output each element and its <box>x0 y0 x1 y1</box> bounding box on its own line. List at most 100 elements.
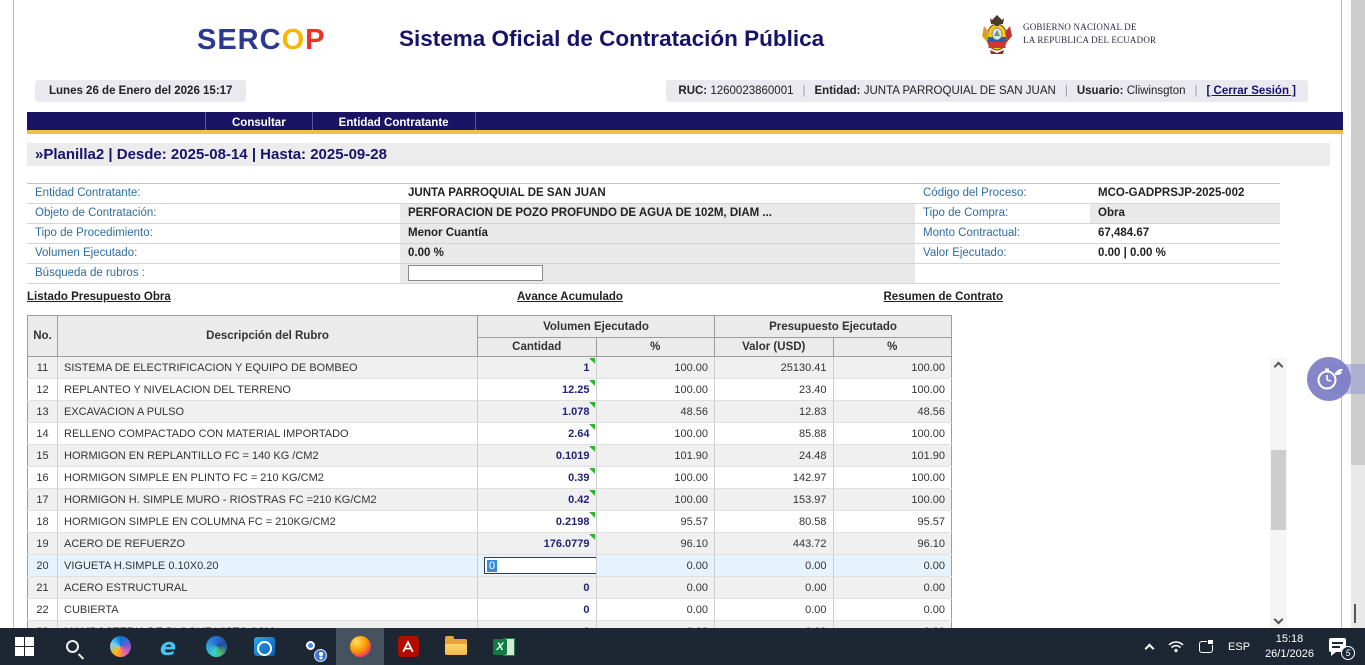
table-scroll-up-button[interactable] <box>1270 358 1287 375</box>
valor-usd-cell: 0.00 <box>715 577 834 599</box>
cantidad-input[interactable]: 0 <box>484 557 596 574</box>
touch-keyboard-icon[interactable] <box>1199 641 1213 653</box>
ruc-label: RUC: <box>678 85 707 97</box>
nav-item-entidad-contratante[interactable]: Entidad Contratante <box>312 112 476 130</box>
cantidad-cell[interactable]: 2.64 <box>478 423 597 445</box>
group-header-presupuesto: Presupuesto Ejecutado <box>715 316 952 338</box>
taskbar-button-internet-explorer[interactable]: e <box>144 628 192 665</box>
link-resumen-de-contrato[interactable]: Resumen de Contrato <box>884 291 1004 303</box>
page-scrollbar[interactable] <box>1351 0 1365 628</box>
note-marker-icon <box>589 402 595 408</box>
rubro-desc: SISTEMA DE ELECTRIFICACION Y EQUIPO DE B… <box>58 357 478 379</box>
note-marker-icon <box>589 446 595 452</box>
keyboard-glyph <box>1199 641 1213 653</box>
vol-pct-cell: 0.00 <box>596 555 715 577</box>
cantidad-cell[interactable]: 0 <box>478 577 597 599</box>
windows-logo-icon <box>15 637 34 656</box>
taskbar-button-firefox[interactable] <box>336 628 384 665</box>
tray-expand-button[interactable] <box>1146 642 1153 652</box>
table-row: 13EXCAVACION A PULSO1.07848.5612.8348.56 <box>28 401 952 423</box>
table-scrollbar-thumb[interactable] <box>1271 450 1286 530</box>
sercop-logo: SERCOP <box>197 24 325 57</box>
table-row: 12REPLANTEO Y NIVELACION DEL TERRENO12.2… <box>28 379 952 401</box>
note-marker-icon <box>589 380 595 386</box>
timer-extension-widget[interactable] <box>1307 357 1365 401</box>
table-scroll-down-button[interactable] <box>1270 611 1287 628</box>
datetime-chip: Lunes 26 de Enero del 2026 15:17 <box>35 80 246 102</box>
selected-text: 0 <box>487 560 497 572</box>
cantidad-cell[interactable]: 0.39 <box>478 467 597 489</box>
taskbar-button-edge[interactable] <box>192 628 240 665</box>
note-marker-icon <box>589 468 595 474</box>
pres-pct-cell: 0.00 <box>833 599 952 621</box>
cantidad-cell[interactable]: 0.1019 <box>478 445 597 467</box>
rubro-no: 15 <box>28 445 58 467</box>
link-avance-acumulado[interactable]: Avance Acumulado <box>517 291 623 303</box>
taskbar-button-outlook[interactable] <box>240 628 288 665</box>
vol-pct-cell: 101.90 <box>596 445 715 467</box>
info-label-left: Volumen Ejecutado: <box>27 244 400 264</box>
taskbar-button-windows-start[interactable] <box>0 628 48 665</box>
ecuador-crest-icon <box>978 12 1016 56</box>
info-label-left: Objeto de Contratación: <box>27 204 400 224</box>
info-label-right: Valor Ejecutado: <box>915 244 1090 264</box>
rubro-no: 17 <box>28 489 58 511</box>
taskbar-button-excel[interactable]: X <box>480 628 528 665</box>
col-header-vol-pct: % <box>596 338 715 357</box>
search-rubros-cell <box>400 264 915 284</box>
sercop-logo-serc: SERC <box>197 24 282 56</box>
vol-pct-cell: 100.00 <box>596 423 715 445</box>
pres-pct-cell: 100.00 <box>833 379 952 401</box>
notification-line <box>1332 642 1343 644</box>
rubro-no: 14 <box>28 423 58 445</box>
taskbar-button-copilot[interactable] <box>96 628 144 665</box>
language-indicator[interactable]: ESP <box>1228 641 1250 653</box>
chrome-icon <box>300 635 324 659</box>
valor-usd-cell: 85.88 <box>715 423 834 445</box>
copilot-icon <box>110 636 131 657</box>
table-scrollbar[interactable] <box>1270 358 1287 628</box>
valor-usd-cell: 443.72 <box>715 533 834 555</box>
vol-pct-cell: 0.00 <box>596 621 715 629</box>
search-rubros-input[interactable] <box>408 265 543 281</box>
info-value-left: Menor Cuantía <box>400 224 915 244</box>
rubro-no: 21 <box>28 577 58 599</box>
info-label-right: Código del Proceso: <box>915 184 1090 204</box>
ruc-text: RUC: 1260023860001 <box>678 85 793 97</box>
nav-item-consultar[interactable]: Consultar <box>205 112 312 130</box>
cantidad-cell[interactable]: 0 <box>478 555 597 577</box>
clock[interactable]: 15:18 26/1/2026 <box>1265 632 1314 662</box>
info-label-right: Monto Contractual: <box>915 224 1090 244</box>
page-scroll-down-button[interactable] <box>1354 606 1356 624</box>
cantidad-cell[interactable]: 0 <box>478 599 597 621</box>
wifi-icon[interactable] <box>1168 640 1184 653</box>
vol-pct-cell: 100.00 <box>596 489 715 511</box>
page-title: Sistema Oficial de Contratación Pública <box>399 26 824 52</box>
vol-pct-cell: 100.00 <box>596 379 715 401</box>
taskbar-button-acrobat[interactable] <box>384 628 432 665</box>
usuario-text: Usuario: Cliwinsgton <box>1077 85 1186 97</box>
separator: | <box>1065 85 1068 97</box>
winged-stopwatch-icon[interactable] <box>1307 357 1351 401</box>
cantidad-cell[interactable]: 0.2198 <box>478 511 597 533</box>
notification-center-button[interactable]: 5 <box>1329 636 1353 658</box>
rubro-desc: HORMIGON SIMPLE EN PLINTO FC = 210 KG/CM… <box>58 467 478 489</box>
logout-link[interactable]: [ Cerrar Sesión ] <box>1207 85 1296 97</box>
cantidad-cell[interactable]: 176.0779 <box>478 533 597 555</box>
chevron-up-icon <box>1145 643 1155 653</box>
cantidad-cell[interactable]: 1.078 <box>478 401 597 423</box>
cantidad-cell[interactable]: 0.42 <box>478 489 597 511</box>
section-links: Listado Presupuesto Obra Avance Acumulado… <box>27 291 1003 303</box>
rubro-no: 23 <box>28 621 58 629</box>
table-row: 16HORMIGON SIMPLE EN PLINTO FC = 210 KG/… <box>28 467 952 489</box>
cantidad-cell[interactable]: 0 <box>478 621 597 629</box>
info-label-left: Entidad Contratante: <box>27 184 400 204</box>
system-tray: ESP 15:18 26/1/2026 5 <box>1146 628 1365 665</box>
link-listado-presupuesto-obra[interactable]: Listado Presupuesto Obra <box>27 291 171 303</box>
taskbar-button-file-explorer[interactable] <box>432 628 480 665</box>
taskbar-button-search[interactable] <box>48 628 96 665</box>
rubro-desc: CUBIERTA <box>58 599 478 621</box>
cantidad-cell[interactable]: 12.25 <box>478 379 597 401</box>
cantidad-cell[interactable]: 1 <box>478 357 597 379</box>
taskbar-button-chrome[interactable] <box>288 628 336 665</box>
